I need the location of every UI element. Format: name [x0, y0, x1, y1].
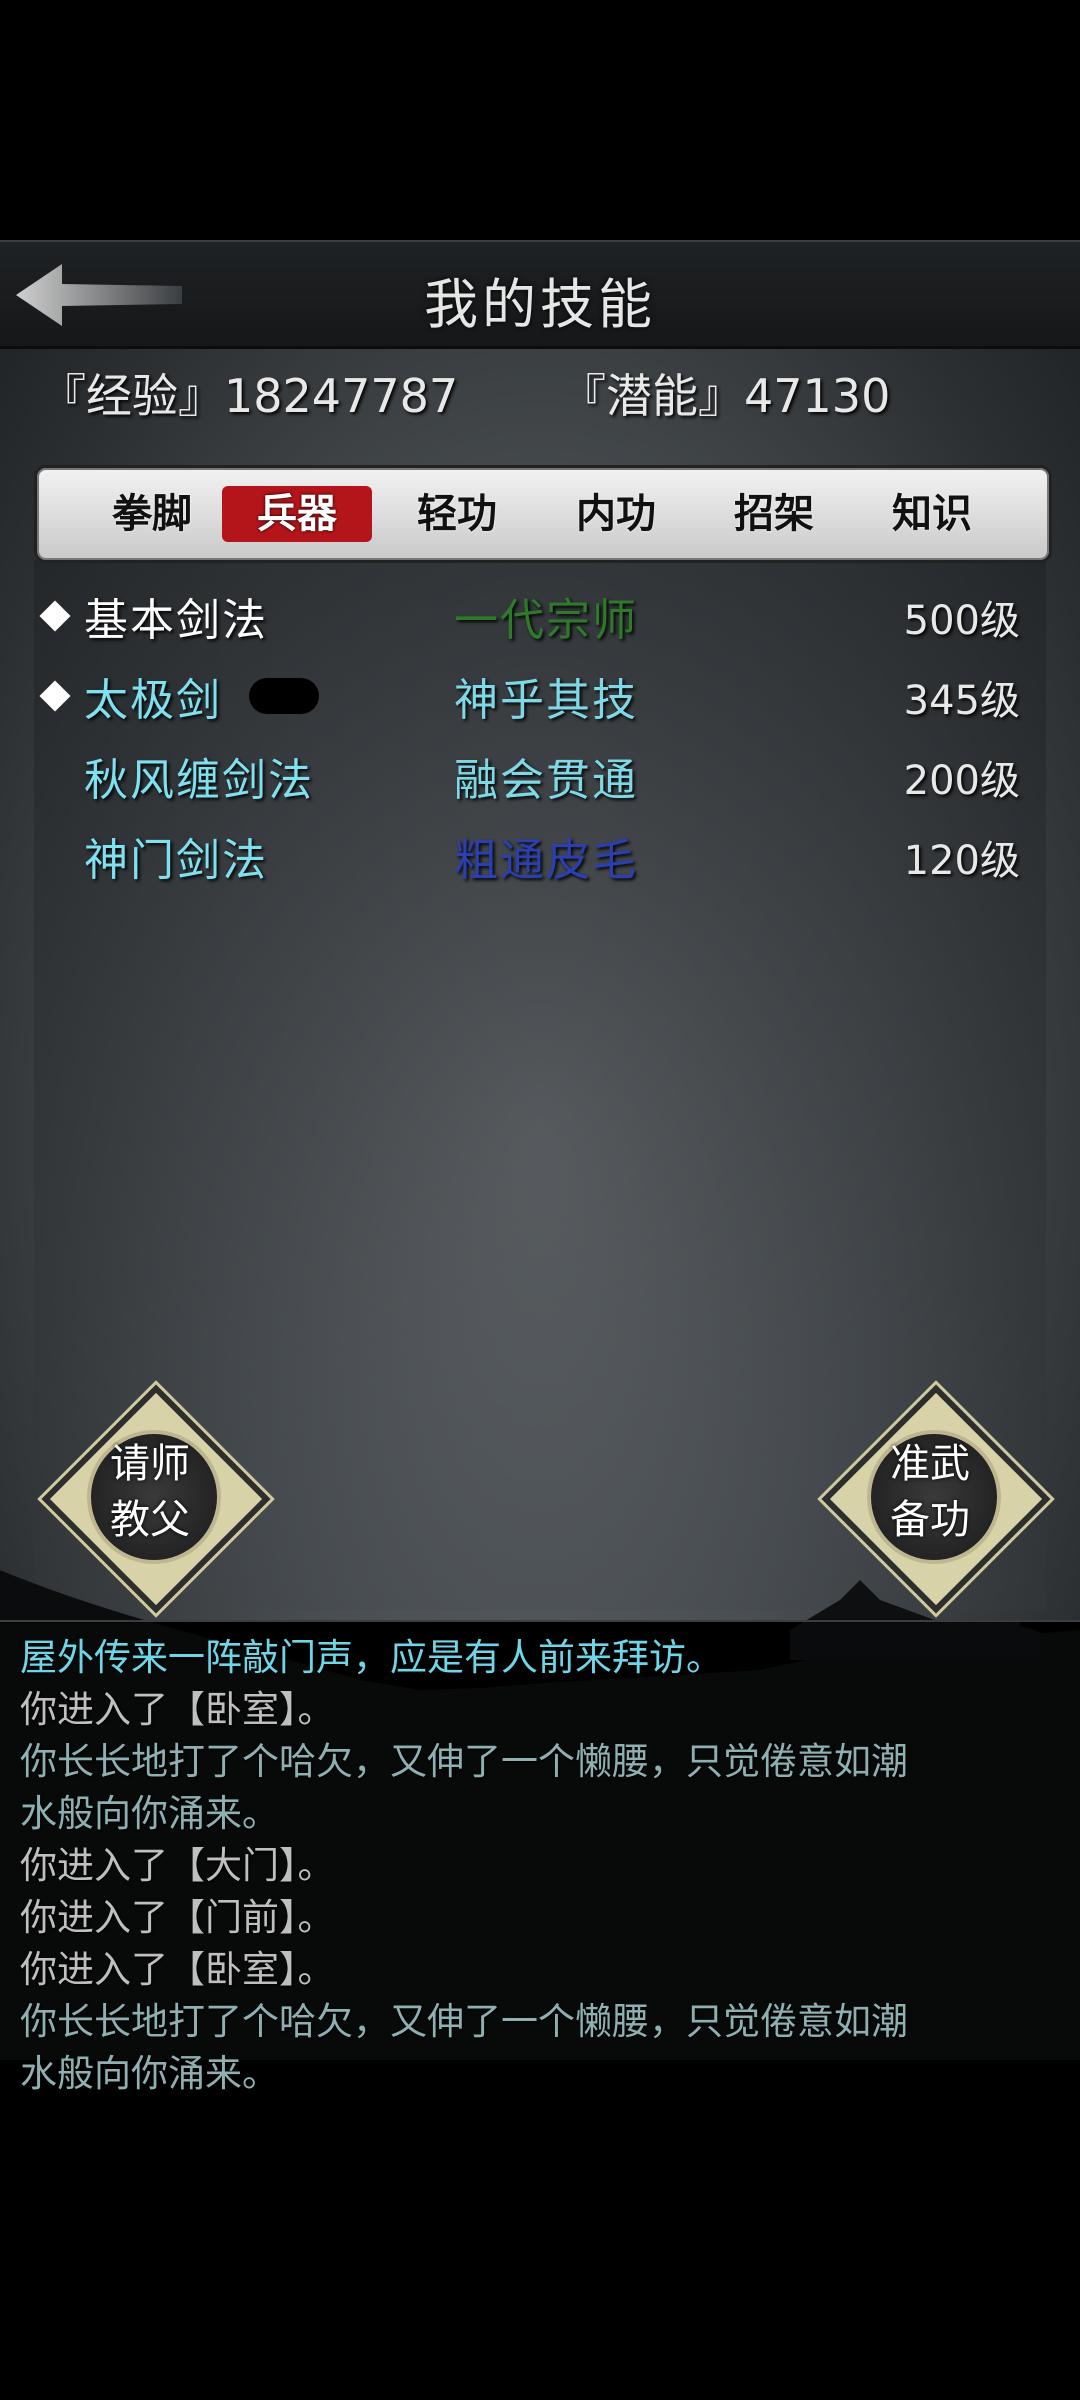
prepare-skill-button[interactable]: 准武 备功 — [821, 1384, 1051, 1614]
redaction-mark — [249, 678, 319, 714]
log-line: 你进入了【卧室】。 — [20, 1948, 335, 1991]
message-log: 屋外传来一阵敲门声，应是有人前来拜访。 你进入了【卧室】。 你长长地打了个哈欠，… — [0, 1620, 1080, 2122]
skill-name: 神门剑法 — [84, 835, 268, 886]
skill-level: 120级 — [903, 838, 1020, 884]
log-line: 屋外传来一阵敲门声，应是有人前来拜访。 — [20, 1636, 723, 1679]
button-label-line1: 准武 — [890, 1441, 970, 1487]
stats-bar: 『经验』18247787 『潜能』47130 — [40, 360, 1040, 430]
experience-value: 『经验』18247787 — [40, 369, 459, 423]
skill-row[interactable]: 太极剑 神乎其技 345级 — [34, 660, 1046, 732]
log-line: 你进入了【卧室】。 — [20, 1688, 335, 1731]
skill-rank: 一代宗师 — [454, 595, 638, 646]
skill-rank: 粗通皮毛 — [454, 835, 638, 886]
potential-value: 『潜能』47130 — [560, 369, 891, 423]
log-line: 水般向你涌来。 — [20, 2052, 279, 2095]
log-line: 你进入了【门前】。 — [20, 1896, 335, 1939]
log-line: 你长长地打了个哈欠，又伸了一个懒腰，只觉倦意如潮 — [20, 1740, 908, 1783]
skill-name: 太极剑 — [84, 675, 222, 726]
selected-diamond-icon — [39, 680, 71, 712]
tab-weapon[interactable]: 兵器 — [222, 486, 372, 542]
page-title: 我的技能 — [424, 273, 656, 336]
tab-knowledge[interactable]: 知识 — [857, 486, 1007, 542]
button-label-line2: 备功 — [890, 1497, 970, 1543]
skill-category-tabs: 拳脚 兵器 轻功 内功 招架 知识 — [34, 465, 1052, 563]
button-label-line1: 请师 — [110, 1441, 190, 1487]
title-bar: 我的技能 — [0, 240, 1080, 349]
skill-name: 基本剑法 — [84, 595, 268, 646]
skill-level: 200级 — [903, 758, 1020, 804]
skill-rank: 融会贯通 — [454, 755, 638, 806]
skill-rank: 神乎其技 — [454, 675, 638, 726]
skill-name: 秋风缠剑法 — [84, 755, 314, 806]
button-label: 准武 备功 — [825, 1436, 1035, 1548]
log-line: 你长长地打了个哈欠，又伸了一个懒腰，只觉倦意如潮 — [20, 2000, 908, 2043]
selected-diamond-icon — [39, 600, 71, 632]
tab-lightness[interactable]: 轻功 — [382, 486, 532, 542]
button-label-line2: 教父 — [110, 1497, 190, 1543]
ask-master-button[interactable]: 请师 教父 — [41, 1384, 271, 1614]
skill-row[interactable]: 基本剑法 一代宗师 500级 — [34, 580, 1046, 652]
button-label: 请师 教父 — [45, 1436, 255, 1548]
log-line: 你进入了【大门】。 — [20, 1844, 335, 1887]
tab-inner-force[interactable]: 内功 — [541, 486, 691, 542]
skill-row[interactable]: 神门剑法 粗通皮毛 120级 — [34, 820, 1046, 892]
skill-level: 345级 — [903, 678, 1020, 724]
skill-row[interactable]: 秋风缠剑法 融会贯通 200级 — [34, 740, 1046, 812]
skill-level: 500级 — [903, 598, 1020, 644]
tab-fist[interactable]: 拳脚 — [77, 486, 227, 542]
log-line: 水般向你涌来。 — [20, 1792, 279, 1835]
tab-parry[interactable]: 招架 — [699, 486, 849, 542]
